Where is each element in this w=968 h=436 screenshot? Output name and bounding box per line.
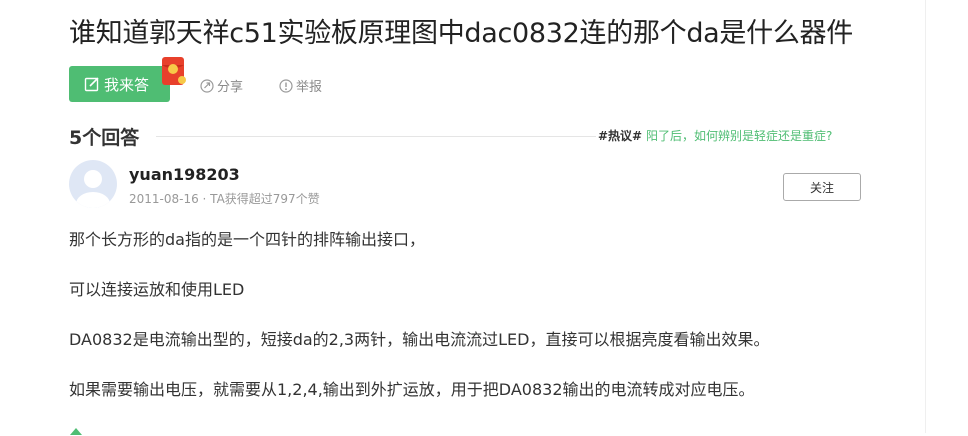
section-divider [156,136,596,137]
hot-topic[interactable]: #热议# 阳了后，如何辨别是轻症还是重症? [598,127,832,144]
report-action[interactable]: 举报 [279,76,322,95]
answer-button[interactable]: 我来答 [69,66,170,102]
answer-button-label: 我来答 [104,75,150,94]
follow-button[interactable]: 关注 [783,173,861,201]
default-avatar-icon [76,170,110,208]
red-envelope-icon[interactable] [160,55,186,87]
answer-count: 5个回答 [69,127,140,149]
answer-username[interactable]: yuan198203 [129,165,240,184]
warning-icon [279,78,293,93]
share-icon [200,78,214,93]
answer-footer-partial [69,426,83,436]
hot-topic-link[interactable]: 阳了后，如何辨别是轻症还是重症? [646,129,832,143]
share-label: 分享 [217,80,244,95]
answer-paragraph: 那个长方形的da指的是一个四针的排阵输出接口， [69,230,425,249]
answer-paragraph: DA0832是电流输出型的，短接da的2,3两针，输出电流流过LED，直接可以根… [69,330,770,349]
answer-paragraph: 可以连接运放和使用LED [69,280,245,299]
content-right-divider [925,0,926,433]
answer-paragraph: 如果需要输出电压，就需要从1,2,4,输出到外扩运放，用于把DA0832输出的电… [69,380,755,399]
question-title: 谁知道郭天祥c51实验板原理图中dac0832连的那个da是什么器件 [69,18,853,49]
report-label: 举报 [296,80,323,95]
answer-meta: 2011-08-16 · TA获得超过797个赞 [129,192,320,206]
avatar[interactable] [69,160,117,208]
share-action[interactable]: 分享 [200,76,243,95]
hot-topic-tag: #热议# [598,129,643,143]
edit-icon [84,77,99,92]
thumbs-up-icon [70,428,82,435]
